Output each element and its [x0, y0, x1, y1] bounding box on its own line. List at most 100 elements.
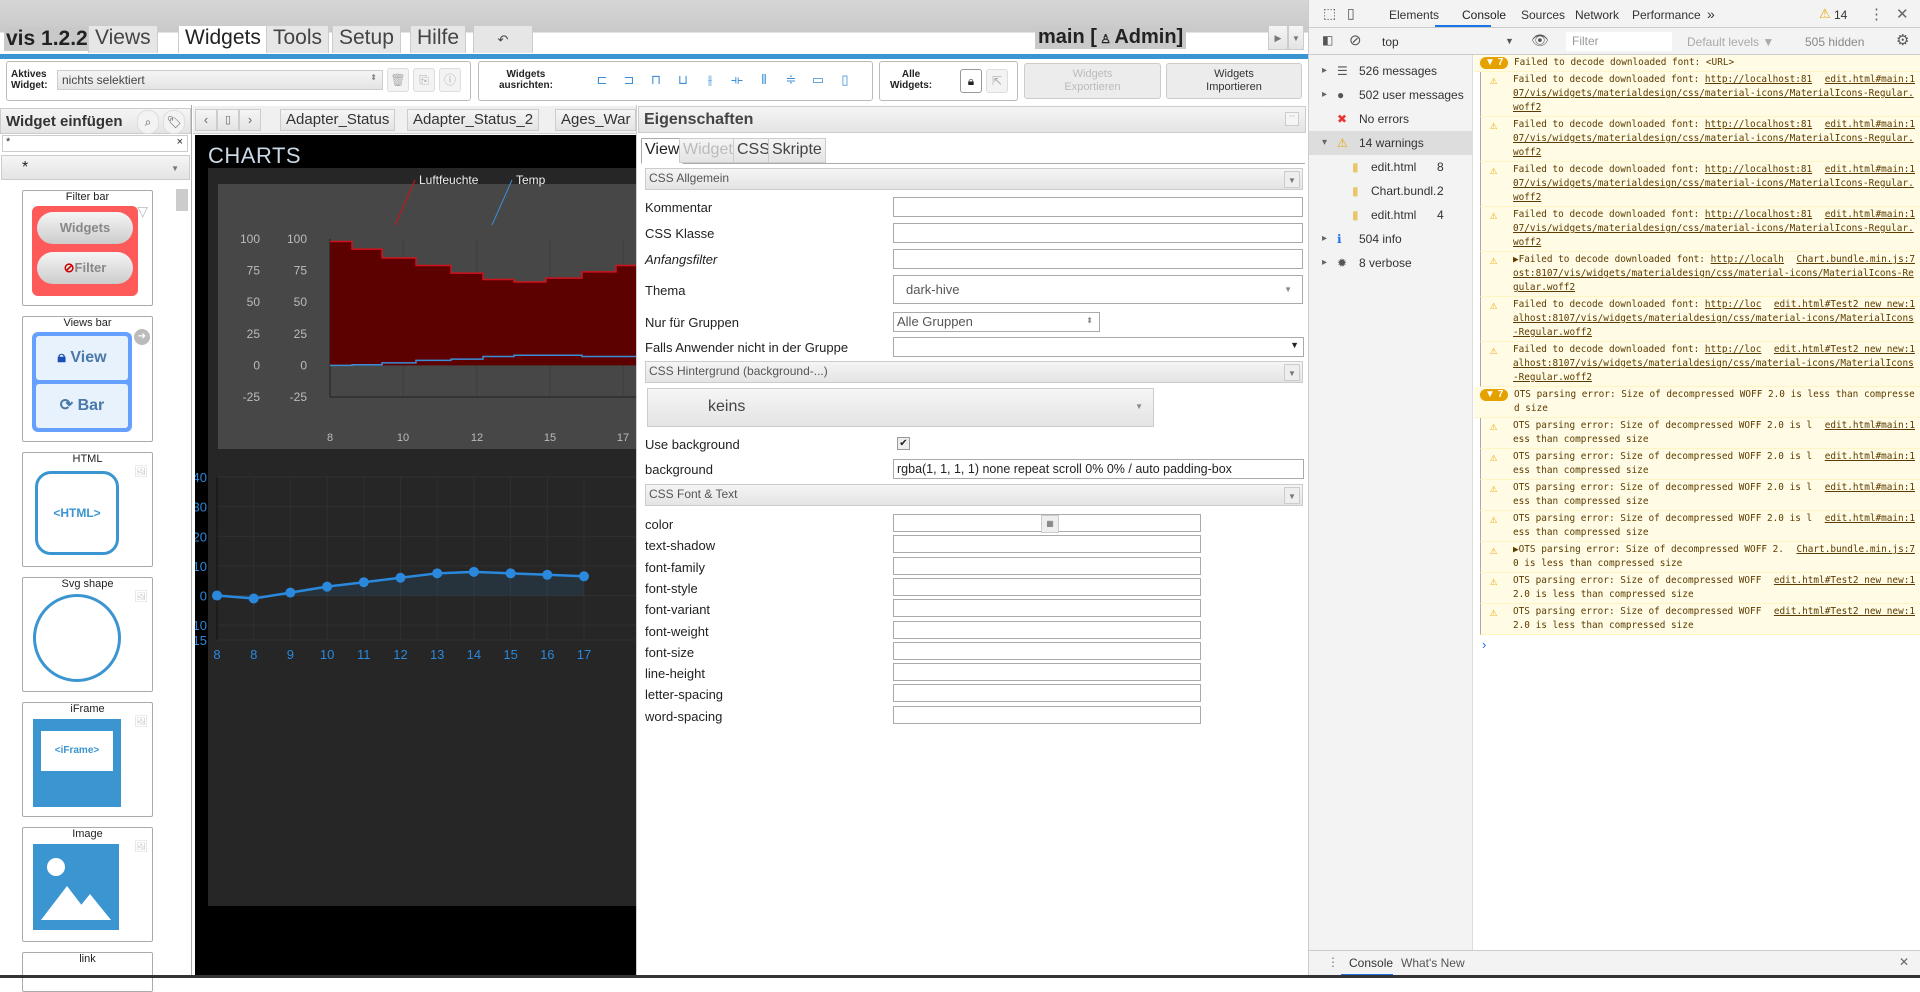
filter-input[interactable]: Filter: [1566, 32, 1672, 51]
sidebar-item[interactable]: ✖ No errors: [1309, 107, 1473, 131]
align-bottom-icon[interactable]: ⊔: [672, 72, 694, 88]
warning-message[interactable]: ⚠ edit.html#Test2 new new:1 OTS parsing er…: [1480, 604, 1920, 635]
chart2-point[interactable]: [212, 590, 222, 601]
message-source-link[interactable]: edit.html#main:1: [1825, 419, 1915, 433]
message-source-link[interactable]: edit.html#Test2 new new:1: [1774, 343, 1915, 357]
sidebar-item[interactable]: ▮ edit.html 8: [1309, 155, 1473, 179]
widget-filter-bar[interactable]: Filter bar ▽ Widgets ⊘Filter: [22, 190, 153, 306]
search-icon[interactable]: ⌕: [137, 110, 159, 134]
warning-message[interactable]: ⚠ Chart.bundle.min.js:7 ▶Failed to decode …: [1480, 252, 1920, 297]
warning-message[interactable]: ⚠ edit.html#main:1 Failed to decode downlo…: [1480, 72, 1920, 117]
font-row-input[interactable]: [893, 641, 1201, 660]
font-row-input[interactable]: [893, 535, 1201, 554]
distribute-v-icon[interactable]: ≑: [780, 72, 802, 88]
message-source-link[interactable]: edit.html#main:1: [1825, 73, 1915, 87]
more-tabs-icon[interactable]: »: [1707, 6, 1715, 22]
clear-console-icon[interactable]: ⊘: [1349, 31, 1362, 49]
external-link-icon[interactable]: ⇱: [986, 69, 1008, 93]
font-row-input[interactable]: [893, 620, 1201, 639]
warning-message[interactable]: ⚠ edit.html#main:1 OTS parsing error: Size…: [1480, 418, 1920, 449]
chart2-point[interactable]: [432, 568, 443, 579]
drawer-tab-console[interactable]: Console: [1349, 956, 1393, 970]
color-picker-icon[interactable]: ▦: [1041, 515, 1059, 533]
kommentar-input[interactable]: [893, 197, 1303, 217]
chart2-point[interactable]: [395, 572, 406, 583]
distribute-h-icon[interactable]: ⫴: [753, 72, 775, 88]
device-icon[interactable]: ▯: [1347, 5, 1355, 22]
thema-select[interactable]: dark-hive ▼: [893, 275, 1303, 304]
chart2-point[interactable]: [468, 566, 479, 577]
message-source-link[interactable]: edit.html#main:1: [1825, 163, 1915, 177]
copy-icon[interactable]: ⎘: [413, 68, 435, 92]
widget-svg-shape[interactable]: Svg shape 🖼︎: [22, 577, 153, 692]
css-klasse-input[interactable]: [893, 223, 1303, 243]
menu-tab-hilfe[interactable]: Hilfe: [410, 25, 467, 53]
sidebar-item[interactable]: ▸ ☰ 526 messages: [1309, 59, 1473, 83]
widget-image[interactable]: Image 🖼︎: [22, 827, 153, 942]
widget-link[interactable]: link: [22, 952, 153, 992]
section-css-font-text[interactable]: CSS Font & Text ▼: [645, 484, 1303, 506]
font-row-input[interactable]: [893, 556, 1201, 575]
font-row-input[interactable]: [893, 577, 1201, 596]
message-source-link[interactable]: Chart.bundle.min.js:7: [1796, 543, 1915, 557]
warning-icon[interactable]: ⚠: [1819, 6, 1831, 22]
chart2-point[interactable]: [505, 568, 516, 579]
sidebar-item[interactable]: ▸ ● 502 user messages: [1309, 83, 1473, 107]
levels-select[interactable]: Default levels ▼: [1687, 35, 1774, 49]
section-css-hintergrund[interactable]: CSS Hintergrund (background-...) ▼: [645, 361, 1303, 383]
font-row-input[interactable]: [893, 663, 1201, 682]
tag-icon[interactable]: 🏷︎: [163, 110, 185, 134]
font-row-input[interactable]: [893, 599, 1201, 618]
widget-iframe[interactable]: iFrame 🖼︎ <iFrame>: [22, 702, 153, 817]
warning-message[interactable]: ⚠ edit.html#Test2 new new:1 OTS parsing er…: [1480, 573, 1920, 604]
align-middle-icon[interactable]: ⟛: [726, 72, 748, 88]
sidebar-item[interactable]: ▸ ✹ 8 verbose: [1309, 251, 1473, 275]
tab-skripte[interactable]: Skripte: [768, 138, 826, 163]
eye-icon[interactable]: 👁︎: [1531, 32, 1549, 49]
message-source-link[interactable]: edit.html#main:1: [1825, 512, 1915, 526]
tab-elements[interactable]: Elements: [1389, 8, 1439, 22]
delete-icon[interactable]: 🗑: [387, 68, 409, 92]
chart2-point[interactable]: [579, 571, 589, 582]
background-preset-select[interactable]: keins ▼: [647, 388, 1154, 427]
menu-tab-widgets[interactable]: Widgets: [178, 25, 268, 53]
warning-message[interactable]: ⚠ edit.html#main:1 OTS parsing error: Size…: [1480, 480, 1920, 511]
chevron-left-icon[interactable]: ‹: [195, 109, 217, 131]
align-center-v-icon[interactable]: ⫲: [699, 72, 721, 88]
sidebar-item[interactable]: ▾ ⚠ 14 warnings: [1309, 131, 1473, 155]
background-input[interactable]: rgba(1, 1, 1, 1) none repeat scroll 0% 0…: [893, 459, 1304, 479]
tab-sources[interactable]: Sources: [1521, 8, 1565, 22]
import-widgets-button[interactable]: Widgets Importieren: [1166, 63, 1302, 99]
message-source-link[interactable]: edit.html#main:1: [1825, 481, 1915, 495]
message-source-link[interactable]: edit.html#main:1: [1825, 118, 1915, 132]
gruppen-select[interactable]: Alle Gruppen ⬍: [893, 312, 1100, 332]
message-source-link[interactable]: edit.html#Test2 new new:1: [1774, 605, 1915, 619]
menu-tab-tools[interactable]: Tools: [266, 25, 330, 53]
font-row-input[interactable]: [893, 705, 1201, 724]
warning-message[interactable]: ⚠ edit.html#Test2 new new:1 Failed to deco…: [1480, 297, 1920, 342]
play-icon[interactable]: ▶: [1268, 25, 1288, 50]
tab-widget[interactable]: Widget: [679, 138, 737, 163]
chevron-down-icon[interactable]: ▼: [1288, 25, 1304, 50]
gear-icon[interactable]: ⚙: [1896, 31, 1909, 49]
warning-message[interactable]: ⚠ edit.html#main:1 Failed to decode downlo…: [1480, 162, 1920, 207]
widget-views-bar[interactable]: Views bar ➜ 🔒︎ View ⟳ Bar: [22, 316, 153, 442]
warning-message[interactable]: ⚠ edit.html#main:1 Failed to decode downlo…: [1480, 207, 1920, 252]
align-top-icon[interactable]: ⊓: [645, 72, 667, 88]
close-drawer-icon[interactable]: ✕: [1899, 955, 1909, 969]
sidebar-toggle-icon[interactable]: ◧: [1322, 33, 1333, 47]
collapse-icon[interactable]: ⋯: [1285, 112, 1299, 126]
console-prompt[interactable]: ›: [1474, 635, 1920, 654]
sidebar-item[interactable]: ▸ ℹ 504 info: [1309, 227, 1473, 251]
falls-select[interactable]: ▼: [893, 337, 1304, 357]
chart2-point[interactable]: [248, 593, 259, 604]
message-source-link[interactable]: edit.html#Test2 new new:1: [1774, 574, 1915, 588]
warning-message[interactable]: ⚠ edit.html#main:1 Failed to decode downlo…: [1480, 117, 1920, 162]
widget-set-select[interactable]: * ▼: [1, 155, 190, 180]
message-source-link[interactable]: Chart.bundle.min.js:7: [1796, 253, 1915, 267]
align-left-icon[interactable]: ⊏: [591, 72, 613, 88]
same-width-icon[interactable]: ▭: [807, 72, 829, 88]
warning-count[interactable]: 14: [1834, 8, 1847, 22]
sidebar-item[interactable]: ▮ edit.html 4: [1309, 203, 1473, 227]
clear-icon[interactable]: ×: [177, 136, 183, 148]
